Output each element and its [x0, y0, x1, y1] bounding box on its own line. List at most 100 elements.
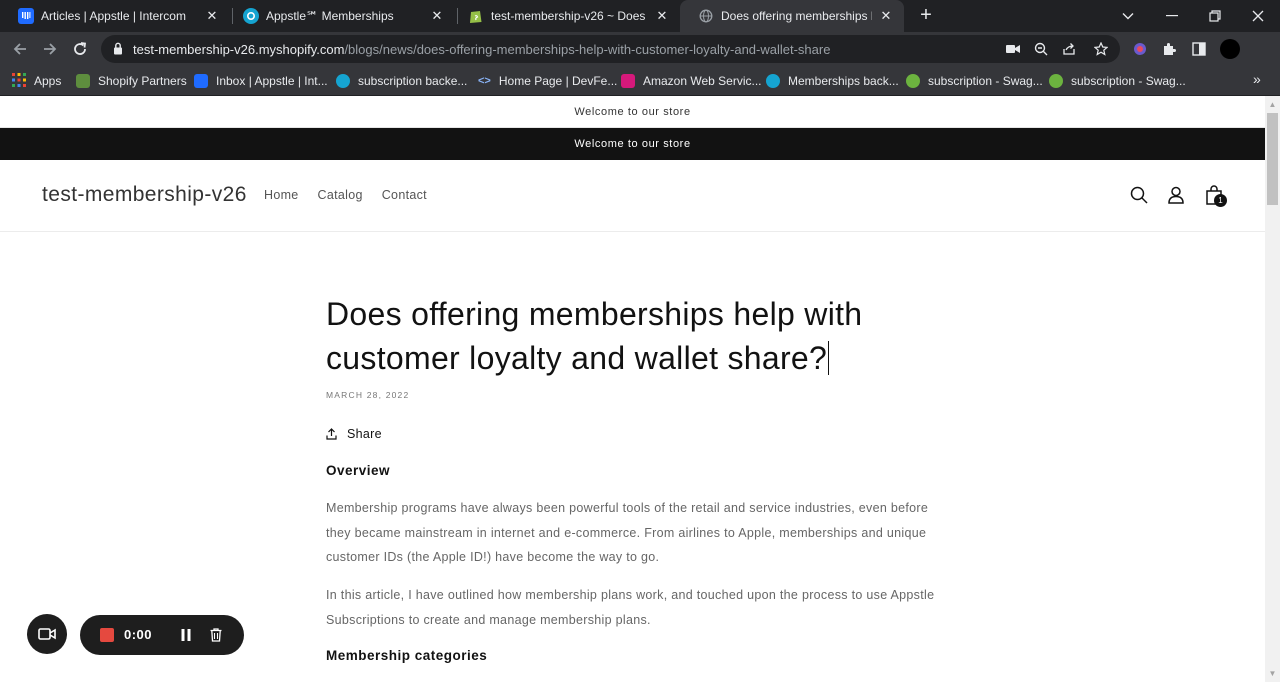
swagger-icon — [1049, 74, 1063, 88]
share-button[interactable]: Share — [326, 427, 382, 441]
text-cursor — [828, 341, 830, 375]
close-window-button[interactable] — [1236, 0, 1280, 32]
bookmark-label: Home Page | DevFe... — [498, 74, 618, 88]
url-text[interactable]: test-membership-v26.myshopify.com/blogs/… — [133, 42, 830, 57]
extension-icon[interactable] — [1130, 39, 1150, 59]
back-button[interactable] — [8, 37, 32, 61]
main-nav: Home Catalog Contact — [264, 188, 427, 202]
tab-strip: Articles | Appstle | Intercom ✕ Appstle℠… — [0, 0, 1280, 32]
url-host: test-membership-v26.myshopify.com — [133, 42, 345, 57]
intercom-icon — [18, 8, 34, 24]
store-logo[interactable]: test-membership-v26 — [42, 183, 247, 207]
close-tab-icon[interactable]: ✕ — [429, 8, 445, 24]
bookmarks-overflow-icon[interactable]: » — [1253, 71, 1261, 87]
account-icon[interactable] — [1165, 184, 1187, 206]
tab-appstle-memberships[interactable]: Appstle℠ Memberships ✕ — [225, 0, 455, 32]
scroll-up-arrow[interactable]: ▲ — [1268, 100, 1277, 109]
forward-button[interactable] — [38, 37, 62, 61]
profile-avatar[interactable] — [1220, 39, 1240, 59]
tab-title: Appstle℠ Memberships — [266, 9, 394, 23]
bookmark-aws[interactable]: Amazon Web Servic... — [621, 72, 762, 90]
nav-home[interactable]: Home — [264, 188, 299, 202]
bookmark-label: Memberships back... — [788, 74, 899, 88]
recorder-camera-button[interactable] — [27, 614, 67, 654]
bookmark-label: subscription - Swag... — [1071, 74, 1186, 88]
minimize-button[interactable] — [1150, 0, 1194, 32]
bookmark-star-icon[interactable] — [1092, 40, 1110, 58]
bookmark-intercom-inbox[interactable]: Inbox | Appstle | Int... — [194, 72, 328, 90]
delete-recording-icon[interactable] — [207, 626, 225, 644]
pause-icon[interactable] — [177, 626, 195, 644]
side-panel-icon[interactable] — [1189, 39, 1209, 59]
close-tab-icon[interactable]: ✕ — [654, 8, 670, 24]
apps-grid-icon — [12, 72, 26, 90]
tab-title: Articles | Appstle | Intercom — [41, 9, 186, 23]
bookmark-label: Amazon Web Servic... — [643, 74, 762, 88]
store-header: test-membership-v26 Home Catalog Contact — [0, 160, 1265, 232]
tab-title: test-membership-v26 ~ Does off — [491, 9, 648, 23]
appstle-icon — [243, 8, 259, 24]
bookmark-swagger-2[interactable]: subscription - Swag... — [1049, 72, 1186, 90]
bookmark-shopify-partners[interactable]: Shopify Partners — [76, 72, 187, 90]
share-label: Share — [347, 427, 382, 441]
globe-icon — [698, 8, 714, 24]
shopify-icon — [468, 8, 484, 24]
shopify-icon — [76, 74, 90, 88]
article-date: MARCH 28, 2022 — [326, 390, 410, 400]
article-title: Does offering memberships help with custo… — [326, 292, 926, 380]
bookmark-label: Apps — [34, 74, 62, 88]
url-path: /blogs/news/does-offering-memberships-he… — [344, 42, 831, 57]
appstle-icon — [766, 74, 780, 88]
bookmark-label: subscription backe... — [358, 74, 468, 88]
bookmark-devfe-home[interactable]: <> Home Page | DevFe... — [478, 72, 617, 90]
announcement-bar-dark: Welcome to our store — [0, 128, 1265, 160]
heading-overview: Overview — [326, 463, 391, 478]
bookmark-memberships-backend[interactable]: Memberships back... — [766, 72, 899, 90]
swagger-icon — [906, 74, 920, 88]
appstle-icon — [336, 74, 350, 88]
bookmark-label: Shopify Partners — [98, 74, 187, 88]
announcement-bar: Welcome to our store — [0, 96, 1265, 128]
scroll-thumb[interactable] — [1267, 113, 1278, 205]
article-title-line1: Does offering memberships help with — [326, 296, 863, 332]
intercom-icon — [194, 74, 208, 88]
code-icon: <> — [478, 75, 491, 87]
page-scrollbar[interactable]: ▲ ▼ — [1265, 96, 1280, 682]
reload-button[interactable] — [68, 37, 92, 61]
recording-timer: 0:00 — [124, 627, 153, 642]
camera-in-use-icon[interactable] — [1004, 40, 1022, 58]
tab-shopify-store[interactable]: test-membership-v26 ~ Does off ✕ — [450, 0, 680, 32]
tab-intercom[interactable]: Articles | Appstle | Intercom ✕ — [0, 0, 230, 32]
paragraph-intro: Membership programs have always been pow… — [326, 501, 929, 564]
tab-search-button[interactable] — [1106, 0, 1150, 32]
bookmarks-bar: Apps Shopify Partners Inbox | Appstle | … — [0, 66, 1280, 96]
article-title-line2: customer loyalty and wallet share? — [326, 340, 828, 376]
zoom-icon[interactable] — [1032, 40, 1050, 58]
recorder-controls: 0:00 — [80, 615, 244, 655]
nav-catalog[interactable]: Catalog — [318, 188, 363, 202]
share-page-icon[interactable] — [1060, 40, 1078, 58]
paragraph-outline: In this article, I have outlined how mem… — [326, 588, 935, 627]
close-tab-icon[interactable]: ✕ — [204, 8, 220, 24]
bookmark-subscription-backend[interactable]: subscription backe... — [336, 72, 467, 90]
browser-toolbar: test-membership-v26.myshopify.com/blogs/… — [0, 32, 1280, 66]
bookmark-label: subscription - Swag... — [928, 74, 1043, 88]
tab-active-article[interactable]: Does offering memberships help ✕ — [680, 0, 904, 32]
bookmark-swagger-1[interactable]: subscription - Swag... — [906, 72, 1043, 90]
restore-button[interactable] — [1193, 0, 1237, 32]
bookmark-apps[interactable]: Apps — [12, 72, 61, 90]
scroll-down-arrow[interactable]: ▼ — [1268, 669, 1277, 678]
video-camera-icon — [38, 628, 56, 640]
stop-recording-button[interactable] — [100, 628, 114, 642]
lock-icon[interactable] — [113, 42, 123, 60]
store-page: Welcome to our store Welcome to our stor… — [0, 96, 1265, 682]
address-bar[interactable]: test-membership-v26.myshopify.com/blogs/… — [101, 35, 1120, 63]
search-icon[interactable] — [1128, 184, 1150, 206]
extensions-puzzle-icon[interactable] — [1159, 39, 1179, 59]
article-header: Does offering memberships help with custo… — [326, 292, 926, 380]
nav-contact[interactable]: Contact — [382, 188, 427, 202]
cart-count-badge: 1 — [1214, 194, 1227, 207]
new-tab-button[interactable]: + — [914, 4, 938, 28]
aws-icon — [621, 74, 635, 88]
close-tab-icon[interactable]: ✕ — [878, 8, 894, 24]
